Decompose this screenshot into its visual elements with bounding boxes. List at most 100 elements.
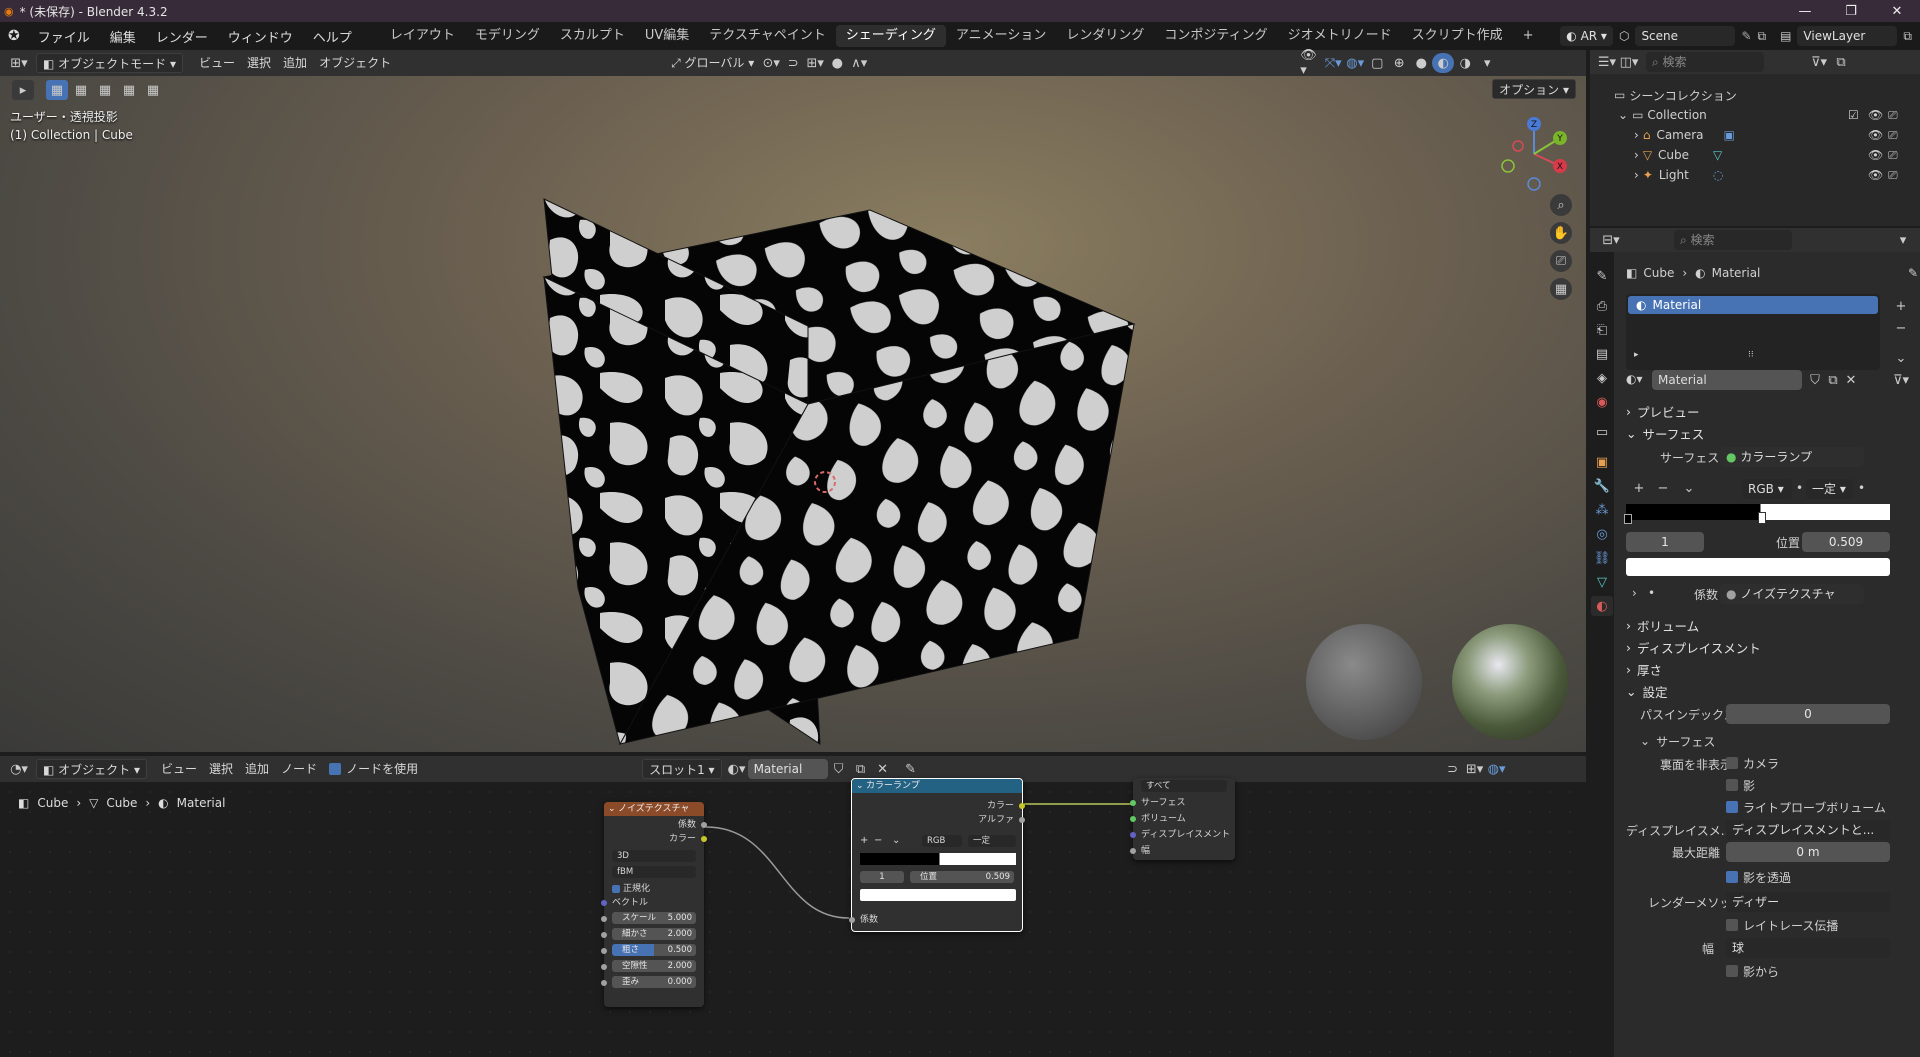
- falloff-icon[interactable]: ∧▾: [848, 53, 870, 73]
- collection-render-icon[interactable]: ⎚: [1888, 108, 1898, 123]
- tree-row-collection[interactable]: ⌄ ▭ Collection ☑ 👁 ⎚: [1618, 106, 1918, 124]
- panel-preview[interactable]: › プレビュー: [1626, 400, 1920, 422]
- ramp-out-alpha-socket[interactable]: [1019, 817, 1025, 823]
- noise-node-header[interactable]: ⌄ ノイズテクスチャ: [604, 802, 704, 816]
- camera-visibility-icon[interactable]: 👁: [1868, 128, 1883, 142]
- data-tab-icon[interactable]: ▽: [1591, 572, 1613, 592]
- tab-shading[interactable]: シェーディング: [835, 25, 946, 47]
- mesh-data-icon[interactable]: ▽: [1713, 148, 1722, 162]
- tab-compositing[interactable]: コンポジティング: [1154, 25, 1277, 47]
- props-options-icon[interactable]: ▾: [1892, 230, 1914, 250]
- tree-row-light[interactable]: › ✦ Light ◌ 👁 ⎚: [1634, 166, 1918, 184]
- position-field[interactable]: 0.509: [1802, 532, 1890, 552]
- noise-scale-socket[interactable]: [601, 916, 607, 922]
- options-button[interactable]: オプション ▾: [1492, 79, 1576, 99]
- collection-checkbox-icon[interactable]: ☑: [1848, 108, 1859, 122]
- ramp-remove-stop-icon[interactable]: −: [874, 835, 882, 846]
- select-subtract-icon[interactable]: ▦: [94, 80, 116, 100]
- backface-camera-checkbox[interactable]: カメラ: [1726, 752, 1906, 774]
- light-visibility-icon[interactable]: 👁: [1868, 168, 1883, 182]
- panel-surface[interactable]: ⌄ サーフェス: [1626, 422, 1920, 444]
- tab-scripting[interactable]: スクリプト作成: [1402, 25, 1513, 47]
- snap-target-icon[interactable]: ⊞▾: [804, 53, 826, 73]
- tab-rendering[interactable]: レンダリング: [1056, 25, 1154, 47]
- snap-icon[interactable]: ⊃: [782, 53, 804, 73]
- tab-layout[interactable]: レイアウト: [380, 25, 465, 47]
- noise-distortion-field[interactable]: 歪み 0.000: [612, 976, 696, 988]
- expand-icon[interactable]: ›: [1634, 148, 1639, 162]
- viewlayer-field[interactable]: ViewLayer: [1797, 26, 1898, 46]
- expand-icon[interactable]: ›: [1634, 168, 1639, 182]
- ramp-position-field[interactable]: 位置 0.509: [910, 871, 1014, 883]
- ramp-color-swatch[interactable]: [860, 889, 1016, 901]
- stop-index-field[interactable]: 1: [1626, 532, 1704, 552]
- ne-snap-icon[interactable]: ⊃: [1442, 759, 1464, 779]
- interpolation-select[interactable]: 一定 ▾: [1806, 479, 1854, 499]
- fac-expand-icon[interactable]: ›: [1632, 586, 1637, 600]
- new-scene-icon[interactable]: ⧉: [1758, 29, 1767, 44]
- ramp-mode-select[interactable]: RGB: [922, 835, 962, 847]
- ortho-grid-icon[interactable]: ▦: [1550, 278, 1572, 300]
- ramp-stop-handle-white[interactable]: [1758, 512, 1766, 524]
- link-mode-icon[interactable]: ⊽▾: [1890, 370, 1912, 390]
- select-intersect-icon[interactable]: ▦: [142, 80, 164, 100]
- blender-menu-icon[interactable]: ✪: [0, 28, 28, 44]
- close-button[interactable]: ✕: [1874, 0, 1920, 22]
- ne-fake-user-icon[interactable]: ⛉: [828, 759, 850, 779]
- ramp-add-stop-icon[interactable]: +: [860, 835, 868, 846]
- noise-out-color-socket[interactable]: [701, 836, 707, 842]
- node-editor-canvas[interactable]: ◧ Cube › ▽ Cube › ◐ Material ⌄ ノイズテクスチャ 係…: [0, 778, 1586, 1057]
- slot-selector[interactable]: スロット1 ▾: [642, 759, 722, 779]
- panel-settings[interactable]: ⌄ 設定: [1626, 680, 1920, 702]
- pass-index-field[interactable]: 0: [1726, 704, 1890, 724]
- props-editor-icon[interactable]: ⊟▾: [1600, 230, 1622, 250]
- expand-icon[interactable]: ›: [1634, 128, 1639, 142]
- tool-tab-icon[interactable]: ✎: [1591, 266, 1613, 286]
- constraints-tab-icon[interactable]: ⛓: [1591, 548, 1613, 568]
- ne-material-field[interactable]: Material: [747, 759, 828, 779]
- displacement-method-select[interactable]: ディスプレイスメントと...: [1726, 820, 1890, 840]
- expand-list-icon[interactable]: ▸: [1634, 350, 1639, 360]
- noise-distortion-socket[interactable]: [601, 980, 607, 986]
- ne-editor-type-icon[interactable]: ◔▾: [8, 759, 30, 779]
- transparent-shadow-checkbox[interactable]: 影を透過: [1726, 866, 1906, 888]
- viewport-menu-add[interactable]: 追加: [277, 53, 313, 73]
- remove-stop-button[interactable]: −: [1652, 478, 1674, 498]
- physics-tab-icon[interactable]: ◎: [1591, 524, 1613, 544]
- backface-shadow-checkbox[interactable]: 影: [1726, 774, 1906, 796]
- overlay-toggle-icon[interactable]: ◍▾: [1344, 53, 1366, 73]
- cube-visibility-icon[interactable]: 👁: [1868, 148, 1883, 162]
- settings-surface-subpanel[interactable]: ⌄ サーフェス: [1640, 730, 1920, 752]
- from-shadow-checkbox[interactable]: 影から: [1726, 960, 1906, 982]
- panel-volume[interactable]: › ボリューム: [1626, 614, 1920, 636]
- menu-file[interactable]: ファイル: [28, 27, 100, 46]
- world-tab-icon[interactable]: ◉: [1591, 392, 1613, 412]
- camera-data-icon[interactable]: ▣: [1724, 128, 1735, 142]
- noise-normalize-checkbox[interactable]: 正規化: [604, 882, 704, 896]
- noise-dim-select[interactable]: 3D: [612, 850, 696, 862]
- cube-render[interactable]: [540, 128, 1140, 752]
- ne-duplicate-icon[interactable]: ⧉: [850, 759, 872, 779]
- ramp-specials-button[interactable]: ⌄: [1678, 478, 1700, 498]
- shading-options-icon[interactable]: ▾: [1476, 53, 1498, 73]
- navigation-gizmo[interactable]: Z Y X: [1494, 114, 1574, 194]
- ne-snap-target-icon[interactable]: ⊞▾: [1464, 759, 1486, 779]
- tree-row-camera[interactable]: › ⌂ Camera ▣ 👁 ⎚: [1634, 126, 1918, 144]
- noise-scale-field[interactable]: スケール 5.000: [612, 912, 696, 924]
- xray-icon[interactable]: ▢: [1366, 53, 1388, 73]
- noise-lacunarity-field[interactable]: 空隙性 2.000: [612, 960, 696, 972]
- select-invert-icon[interactable]: ▦: [118, 80, 140, 100]
- material-name-field[interactable]: Material: [1652, 370, 1802, 390]
- light-data-icon[interactable]: ◌: [1713, 168, 1723, 182]
- use-nodes-checkbox[interactable]: ノードを使用: [323, 759, 424, 779]
- new-collection-icon[interactable]: ⧉: [1830, 52, 1852, 72]
- display-mode-icon[interactable]: ◫▾: [1618, 52, 1640, 72]
- shader-type-selector[interactable]: ◧ オブジェクト ▾: [36, 759, 148, 779]
- tab-texture-paint[interactable]: テクスチャペイント: [699, 25, 835, 47]
- material-browse-icon[interactable]: ◐▾: [1626, 372, 1643, 386]
- noise-roughness-field[interactable]: 粗さ 0.500: [612, 944, 696, 956]
- shading-rendered-icon[interactable]: ◑: [1454, 53, 1476, 73]
- ne-overlay-icon[interactable]: ◍▾: [1486, 759, 1508, 779]
- noise-texture-node[interactable]: ⌄ ノイズテクスチャ 係数 カラー 3D fBM 正規化 ベクトル スケール 5.0…: [601, 802, 707, 1007]
- ne-material-icon[interactable]: ◐▾: [726, 759, 748, 779]
